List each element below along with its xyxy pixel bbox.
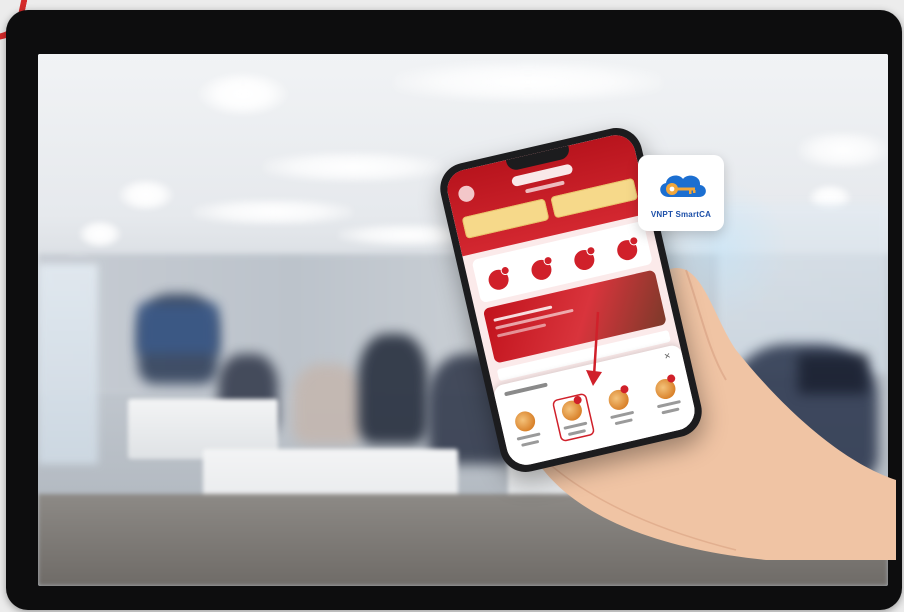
- badge-dot-icon: [572, 395, 583, 405]
- sheet-item[interactable]: [600, 384, 640, 430]
- sheet-item[interactable]: [647, 373, 687, 419]
- service-icon[interactable]: [572, 247, 597, 272]
- ceiling-light-strip: [393, 62, 663, 102]
- service-icon[interactable]: [529, 257, 554, 282]
- product-icon: [653, 373, 678, 402]
- sheet-item-label: [614, 418, 633, 426]
- product-icon: [606, 384, 631, 412]
- sheet-item-label: [567, 429, 587, 437]
- header-card-left[interactable]: [461, 198, 550, 239]
- sheet-item-label: [521, 439, 540, 447]
- sheet-item-highlighted[interactable]: [553, 394, 593, 440]
- window: [38, 264, 98, 464]
- close-icon[interactable]: ✕: [663, 351, 673, 361]
- product-icon: [513, 409, 538, 434]
- badge-label: VNPT SmartCA: [650, 210, 712, 219]
- product-icon: [559, 395, 584, 423]
- vnpt-smartca-badge: VNPT SmartCA: [638, 155, 724, 231]
- blurred-worker: [358, 334, 428, 444]
- ceiling-light: [78, 220, 122, 248]
- badge-dot-icon: [619, 384, 630, 395]
- ceiling-light-strip: [798, 132, 888, 168]
- monitor-frame: ✕ VNPT SmartCA: [6, 10, 902, 610]
- service-icon[interactable]: [615, 238, 640, 263]
- ceiling-light-strip: [193, 199, 353, 225]
- sheet-item-label: [661, 407, 680, 415]
- blurred-worker: [293, 364, 363, 444]
- ceiling-light: [118, 179, 174, 211]
- ceiling-light: [198, 72, 288, 116]
- ceiling-light-strip: [263, 152, 443, 182]
- service-icon[interactable]: [486, 267, 511, 292]
- avatar[interactable]: [456, 184, 477, 204]
- arrow-down-icon: [586, 311, 602, 386]
- cloud-key-icon: [660, 175, 706, 197]
- badge-dot-icon: [666, 373, 677, 384]
- sheet-item[interactable]: [507, 405, 547, 451]
- sheet-title: [504, 382, 548, 397]
- blurred-monitor: [138, 304, 218, 354]
